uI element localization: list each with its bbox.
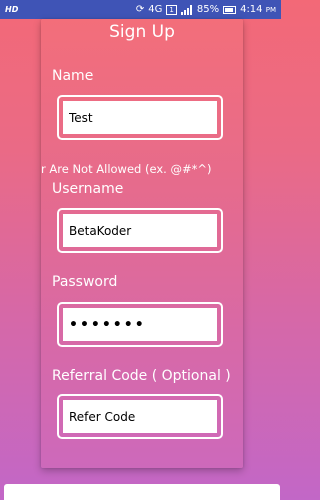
page-title: Sign Up [109, 22, 175, 42]
clock: 4:14 PM [240, 4, 276, 15]
network-type: 4G [148, 4, 163, 15]
name-input[interactable] [63, 101, 217, 134]
name-label: Name [52, 68, 94, 84]
referral-label: Referral Code ( Optional ) [52, 368, 231, 384]
validation-hint: r Are Not Allowed (ex. @#*^) [41, 162, 212, 176]
sync-icon: ⟳ [135, 4, 145, 15]
referral-code-input[interactable] [63, 400, 217, 433]
battery-icon [223, 5, 237, 14]
bottom-panel [4, 484, 280, 500]
status-bar: HD ⟳ 4G 1 85% 4:14 PM [0, 0, 281, 19]
status-icons: ⟳ 4G 1 85% 4:14 PM [136, 4, 276, 15]
referral-field-frame [57, 394, 223, 439]
username-field-frame [57, 208, 223, 253]
username-input[interactable] [63, 214, 217, 247]
password-input[interactable] [63, 308, 217, 341]
hd-indicator: HD [5, 5, 19, 14]
password-label: Password [52, 274, 118, 290]
battery-percent: 85% [196, 4, 220, 15]
username-label: Username [52, 181, 124, 197]
password-field-frame [57, 302, 223, 347]
name-field-frame [57, 95, 223, 140]
signal-icon [180, 4, 193, 15]
notification-badge: 1 [166, 4, 177, 15]
